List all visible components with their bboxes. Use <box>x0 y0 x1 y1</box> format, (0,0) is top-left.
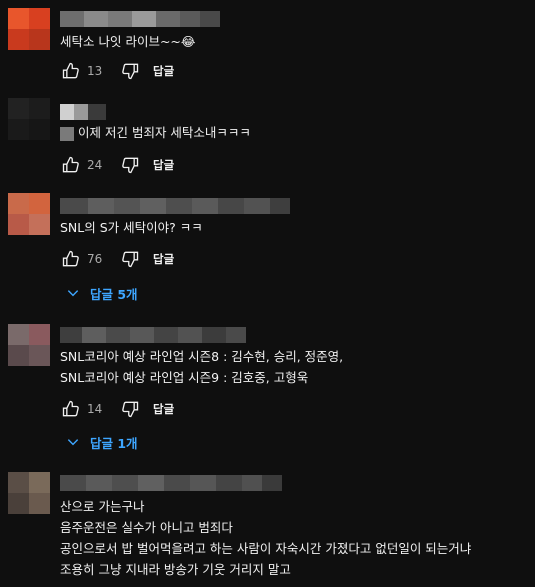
dislike-button[interactable] <box>119 60 141 82</box>
reply-button[interactable]: 답글 <box>153 157 174 173</box>
like-count: 14 <box>87 402 103 416</box>
chevron-down-icon <box>67 439 79 446</box>
comment-text: SNL코리아 예상 라인업 시즌8 : 김수현, 승리, 정준영, SNL코리아… <box>60 349 344 385</box>
thumb-down-icon <box>122 63 139 80</box>
thumb-down-icon <box>122 251 139 268</box>
dislike-button[interactable] <box>119 248 141 270</box>
thumb-up-icon <box>62 250 79 267</box>
comment-text: 산으로 가는구나 음주운전은 실수가 아니고 범죄다 공인으로서 밥 벌어먹을려… <box>60 499 472 577</box>
author-name[interactable] <box>60 11 220 27</box>
comment-text: SNL의 S가 세탁이야? ㅋㅋ <box>60 220 203 235</box>
reply-button[interactable]: 답글 <box>153 63 174 79</box>
avatar[interactable] <box>8 193 50 235</box>
view-replies-button[interactable]: 답글 5개 <box>66 281 138 305</box>
view-replies-button[interactable]: 답글 1개 <box>66 430 138 454</box>
like-button[interactable] <box>60 248 82 270</box>
like-button[interactable] <box>60 154 82 176</box>
avatar[interactable] <box>8 472 50 514</box>
replies-count-label: 답글 5개 <box>90 286 138 302</box>
replies-count-label: 답글 1개 <box>90 435 138 451</box>
like-count: 24 <box>87 158 103 172</box>
thumb-up-icon <box>62 62 79 79</box>
dislike-button[interactable] <box>119 154 141 176</box>
thumb-up-icon <box>62 400 79 417</box>
chevron-down-icon <box>67 290 79 297</box>
comment-text: 이제 저긴 범죄자 세탁소내ㅋㅋㅋ <box>60 122 251 143</box>
comment-actions: 24 답글 <box>60 154 174 176</box>
thumb-down-icon <box>122 157 139 174</box>
author-name[interactable] <box>60 198 290 214</box>
like-button[interactable] <box>60 60 82 82</box>
comment-actions: 14 답글 <box>60 398 174 420</box>
author-name[interactable] <box>60 475 282 491</box>
comment-actions: 76 답글 <box>60 248 174 270</box>
like-button[interactable] <box>60 398 82 420</box>
author-name[interactable] <box>60 104 106 120</box>
avatar[interactable] <box>8 8 50 50</box>
comment-text: 세탁소 나잇 라이브~~😂 <box>60 34 196 49</box>
blurred-mention <box>60 126 74 141</box>
avatar[interactable] <box>8 324 50 366</box>
reply-button[interactable]: 답글 <box>153 251 174 267</box>
thumb-up-icon <box>62 156 79 173</box>
like-count: 76 <box>87 252 103 266</box>
author-name[interactable] <box>60 327 246 343</box>
reply-button[interactable]: 답글 <box>153 401 174 417</box>
thumb-down-icon <box>122 401 139 418</box>
dislike-button[interactable] <box>119 398 141 420</box>
comment-actions: 13 답글 <box>60 60 174 82</box>
avatar[interactable] <box>8 98 50 140</box>
like-count: 13 <box>87 64 103 78</box>
